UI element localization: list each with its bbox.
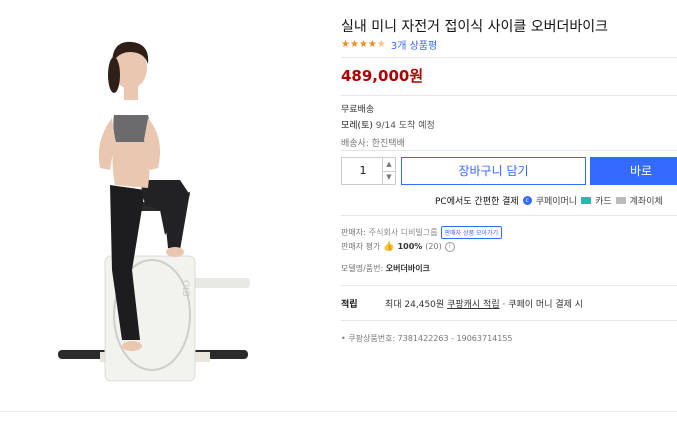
model-label: 모델명/품번: bbox=[341, 264, 384, 273]
quantity-stepper[interactable]: 1 ▲ ▼ bbox=[341, 157, 396, 185]
seller-rating-label: 판매자 평가 bbox=[341, 242, 381, 251]
model-number: 모델명/품번: 오버더바이크 bbox=[341, 263, 430, 274]
product-id: • 쿠팡상품번호: 7381422263 - 19063714155 bbox=[341, 333, 513, 344]
quantity-value[interactable]: 1 bbox=[342, 158, 384, 184]
seller-rating-row: 판매자 평가 👍 100% (20) i bbox=[341, 241, 455, 252]
divider bbox=[341, 285, 677, 286]
shipping-type: 무료배송 bbox=[341, 105, 375, 115]
seller-products-button[interactable]: 판매자 상품 모아가기 bbox=[440, 226, 503, 239]
quantity-down-icon[interactable]: ▼ bbox=[382, 171, 395, 184]
divider bbox=[341, 57, 677, 58]
carrier: 배송사: 한진택배 bbox=[341, 139, 405, 149]
payment-label: PC에서도 간편한 결제 bbox=[435, 197, 519, 207]
reward-heading: 적립 bbox=[341, 300, 358, 310]
arrival-info: 모레(토) 9/14 도착 예정 bbox=[341, 118, 435, 131]
info-icon[interactable]: i bbox=[444, 241, 455, 252]
star-icon: ★ bbox=[358, 38, 368, 50]
coupay-option[interactable]: 쿠페이머니 bbox=[536, 194, 577, 207]
arrival-day: 모레(토) bbox=[341, 121, 373, 131]
quantity-up-icon[interactable]: ▲ bbox=[382, 158, 395, 172]
bullet-icon: • bbox=[341, 334, 346, 343]
reward-amount: 최대 24,450원 bbox=[385, 300, 445, 310]
review-count-link[interactable]: 3개 상품평 bbox=[391, 37, 437, 52]
arrival-date: 9/14 도착 예정 bbox=[375, 121, 435, 131]
divider bbox=[341, 215, 677, 216]
reward-condition: · 쿠페이 머니 결제 시 bbox=[502, 300, 584, 310]
price: 489,000원 bbox=[341, 67, 424, 85]
star-icon: ★ bbox=[367, 38, 377, 50]
divider bbox=[0, 411, 677, 412]
product-id-text: 쿠팡상품번호: 7381422263 - 19063714155 bbox=[348, 334, 513, 343]
star-icon: ★ bbox=[341, 38, 350, 50]
reward-text: 최대 24,450원 쿠팡캐시 적립 · 쿠페이 머니 결제 시 bbox=[385, 297, 583, 310]
product-image: OtB bbox=[58, 41, 250, 382]
coupang-cash-link[interactable]: 쿠팡캐시 적립 bbox=[447, 300, 500, 310]
seller-label: 판매자: bbox=[341, 228, 366, 237]
coupay-icon: c bbox=[522, 196, 532, 205]
seller-rating-count: (20) bbox=[425, 242, 442, 251]
payment-options: PC에서도 간편한 결제 c 쿠페이머니 카드 계좌이체 bbox=[435, 194, 663, 207]
divider bbox=[341, 320, 677, 321]
card-icon bbox=[581, 197, 592, 204]
reward-row: 적립 최대 24,450원 쿠팡캐시 적립 · 쿠페이 머니 결제 시 bbox=[341, 297, 583, 310]
buy-now-button[interactable]: 바로 bbox=[590, 157, 677, 185]
half-star-icon: ★ bbox=[376, 38, 386, 50]
add-to-cart-button[interactable]: 장바구니 담기 bbox=[401, 157, 586, 185]
product-info-panel: 실내 미니 자전거 접이식 사이클 오버더바이크 ★ ★ ★ ★ ★ 3개 상품… bbox=[341, 0, 677, 429]
seller-rating-value: 100% bbox=[397, 242, 423, 251]
rating-stars: ★ ★ ★ ★ ★ bbox=[341, 38, 386, 50]
product-title: 실내 미니 자전거 접이식 사이클 오버더바이크 bbox=[341, 19, 608, 35]
breadcrumb: - - · - · - - · - - · · · · · bbox=[10, 0, 134, 5]
divider bbox=[341, 150, 677, 151]
thumbs-up-icon: 👍 bbox=[383, 241, 395, 252]
divider bbox=[341, 95, 677, 96]
bank-transfer-icon bbox=[615, 197, 626, 204]
card-option[interactable]: 카드 bbox=[595, 194, 612, 207]
bike-brand-text: OtB bbox=[180, 280, 190, 297]
star-icon: ★ bbox=[349, 38, 359, 50]
seller-row: 판매자: 주식회사 디비빌그룹 판매자 상품 모아가기 bbox=[341, 226, 503, 239]
bank-transfer-option[interactable]: 계좌이체 bbox=[630, 194, 663, 207]
seller-name-link[interactable]: 주식회사 디비빌그룹 bbox=[369, 227, 438, 238]
rating-row: ★ ★ ★ ★ ★ 3개 상품평 bbox=[341, 37, 437, 52]
model-value: 오버더바이크 bbox=[385, 264, 430, 273]
